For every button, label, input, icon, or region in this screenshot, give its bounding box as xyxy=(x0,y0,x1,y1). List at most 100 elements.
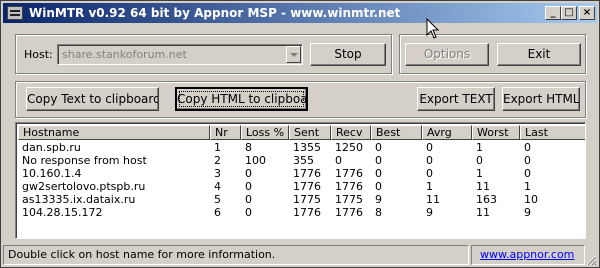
cell-nr: 3 xyxy=(214,167,221,180)
cell-avrg: 9 xyxy=(426,206,433,219)
table-row[interactable]: dan.spb.ru 1 8 1355 1250 0 0 1 0 xyxy=(18,141,585,154)
cell-worst: 11 xyxy=(476,180,490,193)
cell-nr: 2 xyxy=(214,154,221,167)
stop-button[interactable]: Stop xyxy=(310,43,386,66)
cell-recv: 1776 xyxy=(335,180,363,193)
dropdown-arrow-icon[interactable] xyxy=(286,46,301,63)
cell-worst: 0 xyxy=(476,154,483,167)
cell-best: 0 xyxy=(375,154,382,167)
resize-grip-icon[interactable] xyxy=(585,254,597,266)
trace-table[interactable]: Hostname Nr Loss % Sent Recv Best Avrg W… xyxy=(15,122,586,239)
cell-avrg: 1 xyxy=(426,180,433,193)
window-title: WinMTR v0.92 64 bit by Appnor MSP - www.… xyxy=(29,6,401,20)
cell-avrg: 0 xyxy=(426,167,433,180)
col-sent[interactable]: Sent xyxy=(289,125,331,140)
cell-sent: 1776 xyxy=(293,206,321,219)
cell-best: 8 xyxy=(375,206,382,219)
cell-recv: 1776 xyxy=(335,206,363,219)
cell-worst: 1 xyxy=(476,167,483,180)
maximize-icon: □ xyxy=(564,7,574,18)
cell-loss: 0 xyxy=(245,206,252,219)
table-row[interactable]: 104.28.15.172 6 0 1776 1776 8 9 11 9 xyxy=(18,206,585,219)
minimize-icon: _ xyxy=(550,7,556,18)
col-best[interactable]: Best xyxy=(371,125,422,140)
exit-button-label: Exit xyxy=(527,47,551,61)
title-bar[interactable]: WinMTR v0.92 64 bit by Appnor MSP - www.… xyxy=(3,3,597,23)
cell-sent: 1776 xyxy=(293,180,321,193)
host-combobox[interactable]: share.stankoforum.net xyxy=(57,44,303,65)
cell-best: 0 xyxy=(375,167,382,180)
cell-recv: 0 xyxy=(335,154,342,167)
table-header: Hostname Nr Loss % Sent Recv Best Avrg W… xyxy=(18,125,585,140)
options-button-label: Options xyxy=(423,47,471,61)
cell-loss: 0 xyxy=(245,167,252,180)
table-row[interactable]: 10.160.1.4 3 0 1776 1776 0 0 1 0 xyxy=(18,167,585,180)
col-loss[interactable]: Loss % xyxy=(241,125,289,140)
cell-nr: 6 xyxy=(214,206,221,219)
cell-worst: 163 xyxy=(476,193,497,206)
cell-avrg: 0 xyxy=(426,141,433,154)
cell-loss: 0 xyxy=(245,193,252,206)
cell-worst: 11 xyxy=(476,206,490,219)
export-html-button[interactable]: Export HTML xyxy=(502,87,580,111)
table-row[interactable]: No response from host 2 100 355 0 0 0 0 … xyxy=(18,154,585,167)
status-bar: Double click on host name for more infor… xyxy=(3,245,597,266)
cell-hostname: No response from host xyxy=(22,154,147,167)
cell-last: 0 xyxy=(524,141,531,154)
close-icon: × xyxy=(582,7,592,18)
cell-nr: 5 xyxy=(214,193,221,206)
col-worst[interactable]: Worst xyxy=(472,125,520,140)
status-message: Double click on host name for more infor… xyxy=(3,245,469,265)
cell-loss: 8 xyxy=(245,141,252,154)
cell-sent: 1776 xyxy=(293,167,321,180)
mouse-cursor-icon xyxy=(426,18,440,39)
export-text-button-label: Export TEXT xyxy=(419,92,493,106)
col-hostname[interactable]: Hostname xyxy=(18,125,210,140)
export-text-button[interactable]: Export TEXT xyxy=(417,87,495,111)
cell-hostname: as13335.ix.dataix.ru xyxy=(22,193,136,206)
col-nr[interactable]: Nr xyxy=(210,125,241,140)
host-label: Host: xyxy=(24,48,53,61)
maximize-button[interactable]: □ xyxy=(561,6,577,20)
cell-recv: 1775 xyxy=(335,193,363,206)
minimize-button[interactable]: _ xyxy=(545,6,561,20)
cell-last: 0 xyxy=(524,167,531,180)
table-row[interactable]: as13335.ix.dataix.ru 5 0 1775 1775 9 11 … xyxy=(18,193,585,206)
cell-best: 9 xyxy=(375,193,382,206)
copy-text-button[interactable]: Copy Text to clipboard xyxy=(26,87,159,111)
close-button[interactable]: × xyxy=(579,6,595,20)
export-html-button-label: Export HTML xyxy=(503,92,580,106)
cell-sent: 355 xyxy=(293,154,314,167)
col-recv[interactable]: Recv xyxy=(331,125,371,140)
cell-last: 9 xyxy=(524,206,531,219)
cell-loss: 100 xyxy=(245,154,266,167)
cell-best: 0 xyxy=(375,141,382,154)
cell-recv: 1776 xyxy=(335,167,363,180)
copy-html-button-label: Copy HTML to clipboard xyxy=(177,92,308,106)
copy-html-button[interactable]: Copy HTML to clipboard xyxy=(175,87,308,111)
cell-avrg: 0 xyxy=(426,154,433,167)
col-avrg[interactable]: Avrg xyxy=(422,125,472,140)
cell-avrg: 11 xyxy=(426,193,440,206)
cell-best: 0 xyxy=(375,180,382,193)
cell-loss: 0 xyxy=(245,180,252,193)
appnor-link[interactable]: www.appnor.com xyxy=(471,245,585,265)
cell-nr: 1 xyxy=(214,141,221,154)
exit-button[interactable]: Exit xyxy=(497,43,581,66)
host-value: share.stankoforum.net xyxy=(62,48,187,61)
col-last[interactable]: Last xyxy=(520,125,585,140)
copy-text-button-label: Copy Text to clipboard xyxy=(27,92,159,106)
cell-last: 0 xyxy=(524,154,531,167)
cell-worst: 1 xyxy=(476,141,483,154)
cell-hostname: 104.28.15.172 xyxy=(22,206,103,219)
cell-last: 1 xyxy=(524,180,531,193)
options-button[interactable]: Options xyxy=(405,43,489,66)
table-row[interactable]: gw2sertolovo.ptspb.ru 4 0 1776 1776 0 1 … xyxy=(18,180,585,193)
cell-last: 10 xyxy=(524,193,538,206)
winmtr-window: WinMTR v0.92 64 bit by Appnor MSP - www.… xyxy=(0,0,600,268)
cell-sent: 1775 xyxy=(293,193,321,206)
cell-recv: 1250 xyxy=(335,141,363,154)
app-icon xyxy=(7,6,23,20)
stop-button-label: Stop xyxy=(334,47,362,61)
cell-nr: 4 xyxy=(214,180,221,193)
